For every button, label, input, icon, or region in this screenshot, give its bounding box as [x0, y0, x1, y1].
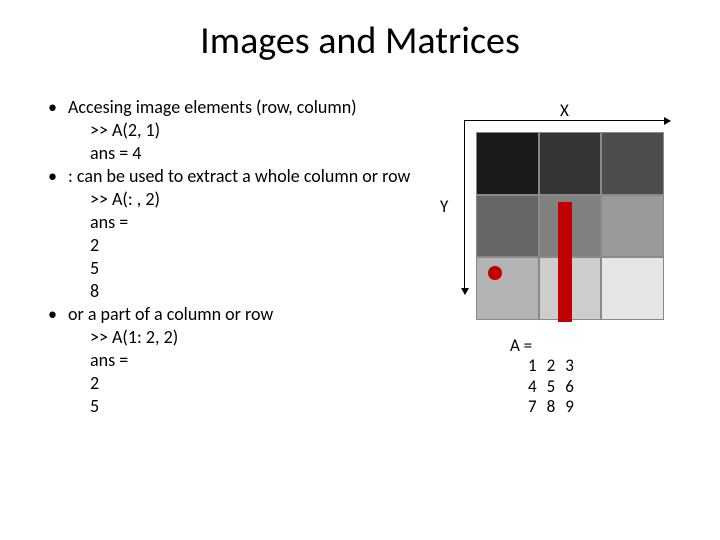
m-2-3: 6 [565, 377, 584, 397]
slide-title: Images and Matrices [0, 0, 720, 64]
m-2-2: 5 [547, 377, 566, 397]
pixel-3-3 [601, 257, 664, 320]
slide-body: Accesing image elements (row, column) >>… [46, 96, 416, 418]
bullet-2-line-2: 2 [68, 234, 416, 257]
m-1-1: 1 [528, 356, 547, 376]
bullet-1-line-1: ans = 4 [68, 142, 416, 165]
pixel-2-1 [476, 195, 539, 258]
m-1-3: 3 [565, 356, 584, 376]
bullet-2-line-4: 8 [68, 280, 416, 303]
bullet-3-line-0: >> A(1: 2, 2) [68, 326, 416, 349]
bullet-2: : can be used to extract a whole column … [46, 165, 416, 303]
m-1-2: 2 [547, 356, 566, 376]
pixel-2-3 [601, 195, 664, 258]
slide: Images and Matrices Accesing image eleme… [0, 0, 720, 540]
bullet-1-head: Accesing image elements (row, column) [68, 96, 357, 118]
bullet-2-line-3: 5 [68, 257, 416, 280]
pixel-1-1 [476, 132, 539, 195]
bullet-2-line-0: >> A(: , 2) [68, 188, 416, 211]
highlight-column-bar [558, 202, 572, 322]
bullet-3-line-1: ans = [68, 349, 416, 372]
m-2-1: 4 [528, 377, 547, 397]
pixel-1-3 [601, 132, 664, 195]
bullet-3: or a part of a column or row >> A(1: 2, … [46, 303, 416, 418]
m-3-2: 8 [547, 397, 566, 417]
highlight-dot-icon [488, 266, 502, 280]
matrix-display: A = 1 2 3 4 5 6 7 8 9 [510, 336, 584, 418]
pixel-3-1 [476, 257, 539, 320]
m-3-3: 9 [565, 397, 584, 417]
bullet-1-line-0: >> A(2, 1) [68, 119, 416, 142]
bullet-1: Accesing image elements (row, column) >>… [46, 96, 416, 165]
x-axis-arrow [464, 120, 670, 121]
matrix-label: A = [510, 335, 532, 356]
bullet-3-line-2: 2 [68, 372, 416, 395]
pixel-1-2 [539, 132, 602, 195]
bullet-3-head: or a part of a column or row [68, 303, 273, 325]
y-axis-label: Y [440, 196, 448, 217]
bullet-2-head: : can be used to extract a whole column … [68, 165, 410, 187]
y-axis-arrow [464, 120, 465, 294]
x-axis-label: X [560, 100, 569, 121]
m-3-1: 7 [528, 397, 547, 417]
bullet-3-line-3: 5 [68, 395, 416, 418]
matrix-table: 1 2 3 4 5 6 7 8 9 [528, 356, 584, 417]
bullet-2-line-1: ans = [68, 211, 416, 234]
